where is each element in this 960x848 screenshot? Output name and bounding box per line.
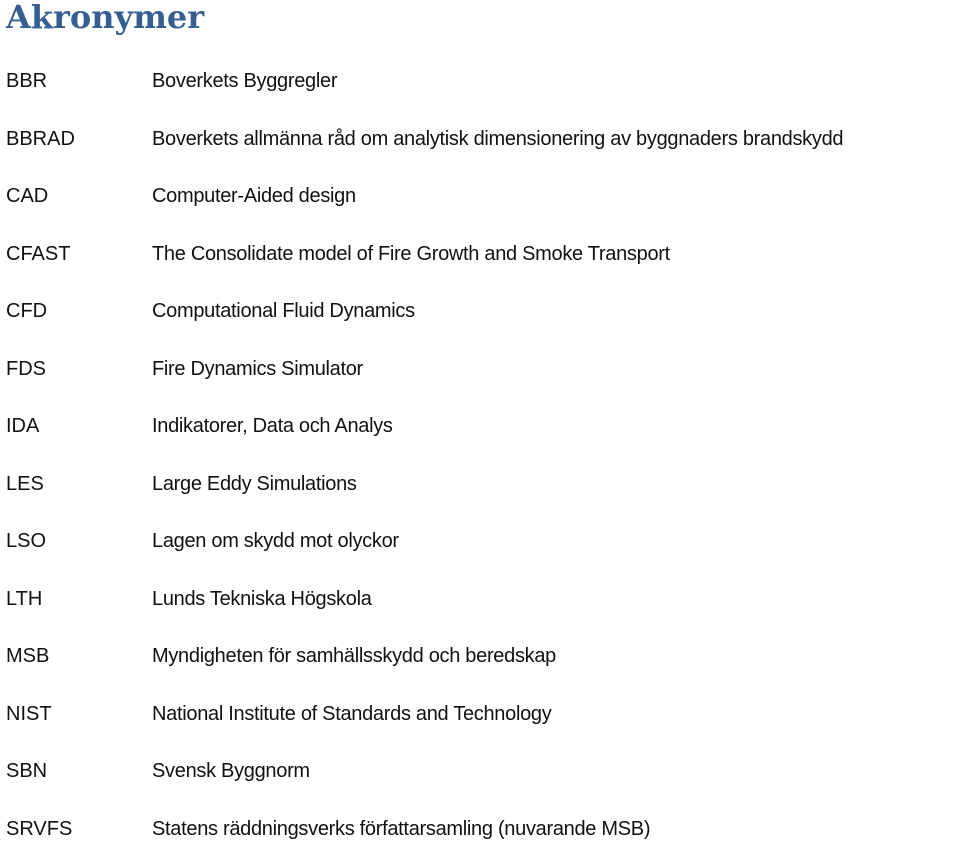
acronym-row: NIST National Institute of Standards and… bbox=[0, 703, 960, 733]
acronym-definition: Svensk Byggnorm bbox=[152, 760, 310, 782]
acronym: NIST bbox=[6, 703, 52, 725]
acronym: SBN bbox=[6, 760, 48, 782]
acronym-row: LES Large Eddy Simulations bbox=[0, 473, 960, 503]
acronym-definition: Indikatorer, Data och Analys bbox=[152, 415, 393, 437]
acronym-row: CAD Computer-Aided design bbox=[0, 185, 960, 215]
acronym: MSB bbox=[6, 645, 50, 667]
acronym: LTH bbox=[6, 588, 43, 610]
acronym: FDS bbox=[6, 358, 46, 380]
acronym-definition: Boverkets allmänna råd om analytisk dime… bbox=[152, 128, 844, 150]
acronym-definition: Lunds Tekniska Högskola bbox=[152, 588, 372, 610]
acronym: BBR bbox=[6, 70, 48, 92]
acronym-definition: Fire Dynamics Simulator bbox=[152, 358, 363, 380]
acronym-definition: National Institute of Standards and Tech… bbox=[152, 703, 552, 725]
acronym-row: BBR Boverkets Byggregler bbox=[0, 70, 960, 100]
acronym-row: FDS Fire Dynamics Simulator bbox=[0, 358, 960, 388]
acronym-row: CFD Computational Fluid Dynamics bbox=[0, 300, 960, 330]
acronym-definition: Computational Fluid Dynamics bbox=[152, 300, 415, 322]
acronym-definition: The Consolidate model of Fire Growth and… bbox=[152, 243, 670, 265]
acronym-row: LSO Lagen om skydd mot olyckor bbox=[0, 530, 960, 560]
acronym: LSO bbox=[6, 530, 47, 552]
acronym: CFAST bbox=[6, 243, 71, 265]
acronym-row: MSB Myndigheten för samhällsskydd och be… bbox=[0, 645, 960, 675]
acronym-row: CFAST The Consolidate model of Fire Grow… bbox=[0, 243, 960, 273]
acronym-definition: Large Eddy Simulations bbox=[152, 473, 357, 495]
acronym: CFD bbox=[6, 300, 48, 322]
acronym: LES bbox=[6, 473, 44, 495]
acronym-row: SRVFS Statens räddningsverks författarsa… bbox=[0, 818, 960, 848]
page-title: Akronymer bbox=[6, 0, 205, 36]
acronym-row: BBRAD Boverkets allmänna råd om analytis… bbox=[0, 128, 960, 158]
acronym-definition: Myndigheten för samhällsskydd och bereds… bbox=[152, 645, 556, 667]
acronym: BBRAD bbox=[6, 128, 75, 150]
acronym: SRVFS bbox=[6, 818, 73, 840]
acronym-definition: Computer-Aided design bbox=[152, 185, 356, 207]
acronym-row: LTH Lunds Tekniska Högskola bbox=[0, 588, 960, 618]
acronym: IDA bbox=[6, 415, 40, 437]
acronym-row: SBN Svensk Byggnorm bbox=[0, 760, 960, 790]
acronym-row: IDA Indikatorer, Data och Analys bbox=[0, 415, 960, 445]
acronym-definition: Lagen om skydd mot olyckor bbox=[152, 530, 399, 552]
acronym-definition: Boverkets Byggregler bbox=[152, 70, 338, 92]
acronym: CAD bbox=[6, 185, 49, 207]
acronym-definition: Statens räddningsverks författarsamling … bbox=[152, 818, 651, 840]
